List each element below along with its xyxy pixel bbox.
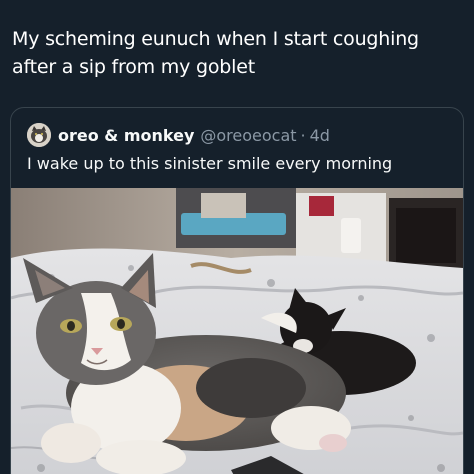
quote-handle[interactable]: @oreoeocat: [200, 126, 296, 145]
separator-dot: ·: [300, 125, 306, 145]
meme-post: My scheming eunuch when I start coughing…: [0, 0, 474, 474]
quote-header: oreo & monkey @oreoeocat · 4d: [27, 122, 330, 148]
quote-text: I wake up to this sinister smile every m…: [27, 154, 393, 173]
quote-timestamp[interactable]: 4d: [310, 126, 330, 145]
post-caption: My scheming eunuch when I start coughing…: [12, 28, 419, 78]
quote-display-name[interactable]: oreo & monkey: [58, 126, 194, 145]
cat-avatar-icon[interactable]: [27, 123, 51, 147]
cat-photo[interactable]: [11, 188, 463, 474]
quoted-tweet-card[interactable]: oreo & monkey @oreoeocat · 4d I wake up …: [10, 107, 464, 474]
